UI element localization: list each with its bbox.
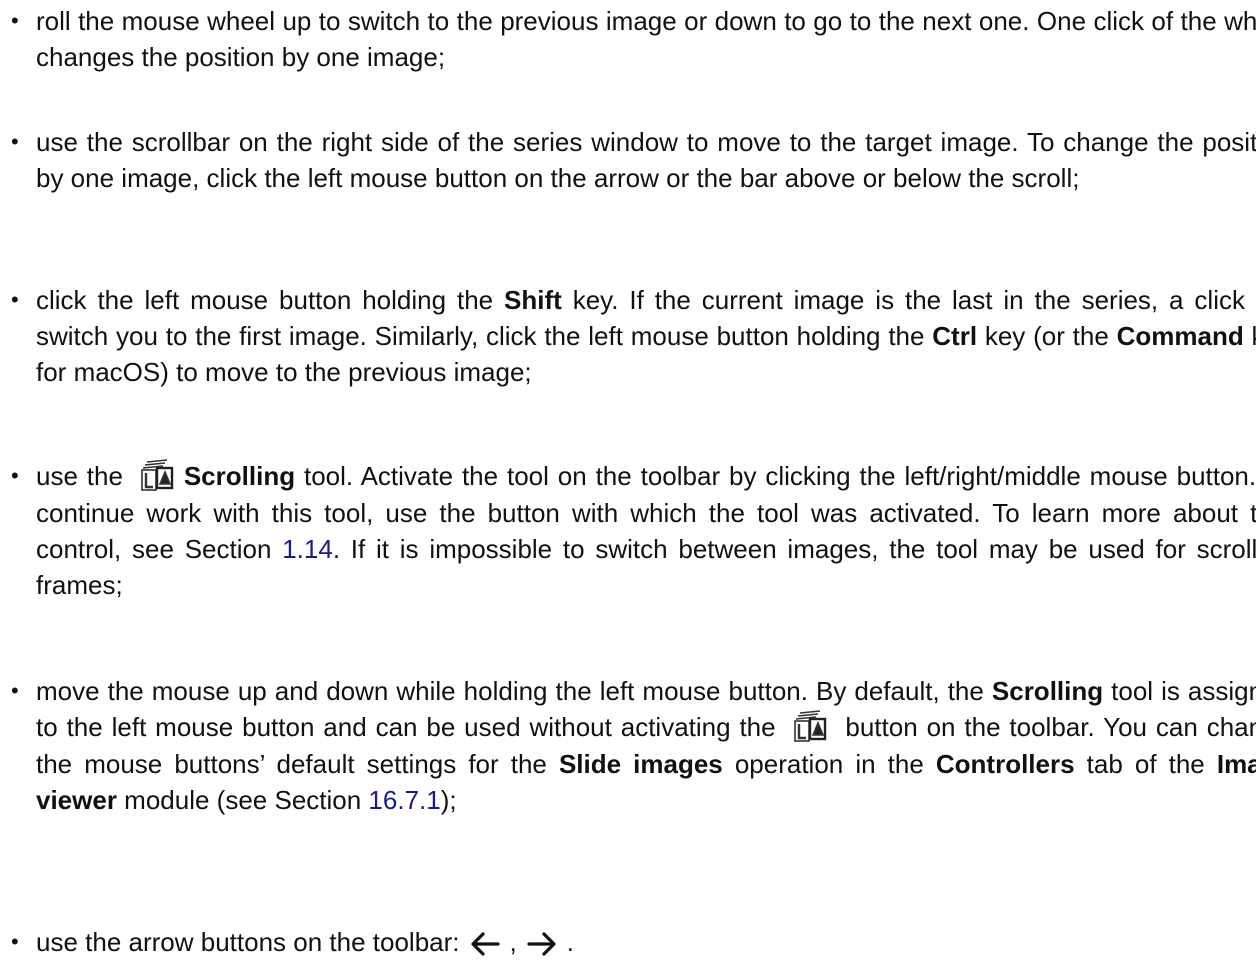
list-item-scrollbar: use the scrollbar on the right side of t…: [0, 124, 1256, 196]
shift-key-label: Shift: [504, 285, 562, 315]
controllers-tab-label: Controllers: [935, 749, 1075, 779]
item-text: roll the mouse wheel up to switch to the…: [36, 6, 1256, 72]
item-text: move the mouse up and down while holding…: [36, 676, 992, 706]
list-item-mouse-wheel: roll the mouse wheel up to switch to the…: [0, 3, 1256, 75]
scrolling-tool-label: Scrolling: [183, 461, 296, 491]
ctrl-key-label: Ctrl: [932, 321, 978, 351]
scrolling-tool-icon: [138, 459, 178, 495]
scrolling-tool-icon: [791, 710, 831, 746]
end-period: .: [566, 927, 574, 957]
list-item-scrolling-tool: use the Scrolling tool. Activate the too…: [0, 458, 1256, 603]
item-text: operation in the: [722, 749, 936, 779]
item-text: tab of the: [1074, 749, 1217, 779]
arrow-left-icon: [468, 930, 502, 958]
command-key-label: Command: [1116, 321, 1244, 351]
scrolling-tool-label: Scrolling: [991, 676, 1104, 706]
section-link[interactable]: 16.7.1: [368, 785, 440, 815]
section-link[interactable]: 1.14: [282, 534, 333, 564]
item-text: use the arrow buttons on the toolbar:: [36, 927, 460, 957]
list-item-shift-click: click the left mouse button holding the …: [0, 282, 1256, 390]
arrow-right-icon: [525, 930, 559, 958]
list-item-mouse-drag: move the mouse up and down while holding…: [0, 673, 1256, 818]
separator-comma: ,: [509, 927, 517, 957]
slide-images-label: Slide images: [558, 749, 723, 779]
item-text: click the left mouse button holding the: [36, 285, 505, 315]
item-text: use the scrollbar on the right side of t…: [36, 127, 1256, 193]
list-item-arrow-buttons: use the arrow buttons on the toolbar: , …: [0, 924, 1256, 960]
item-text: module (see Section: [116, 785, 369, 815]
item-text: );: [440, 785, 457, 815]
item-text: use the: [36, 461, 132, 491]
item-text: key (or the: [977, 321, 1117, 351]
